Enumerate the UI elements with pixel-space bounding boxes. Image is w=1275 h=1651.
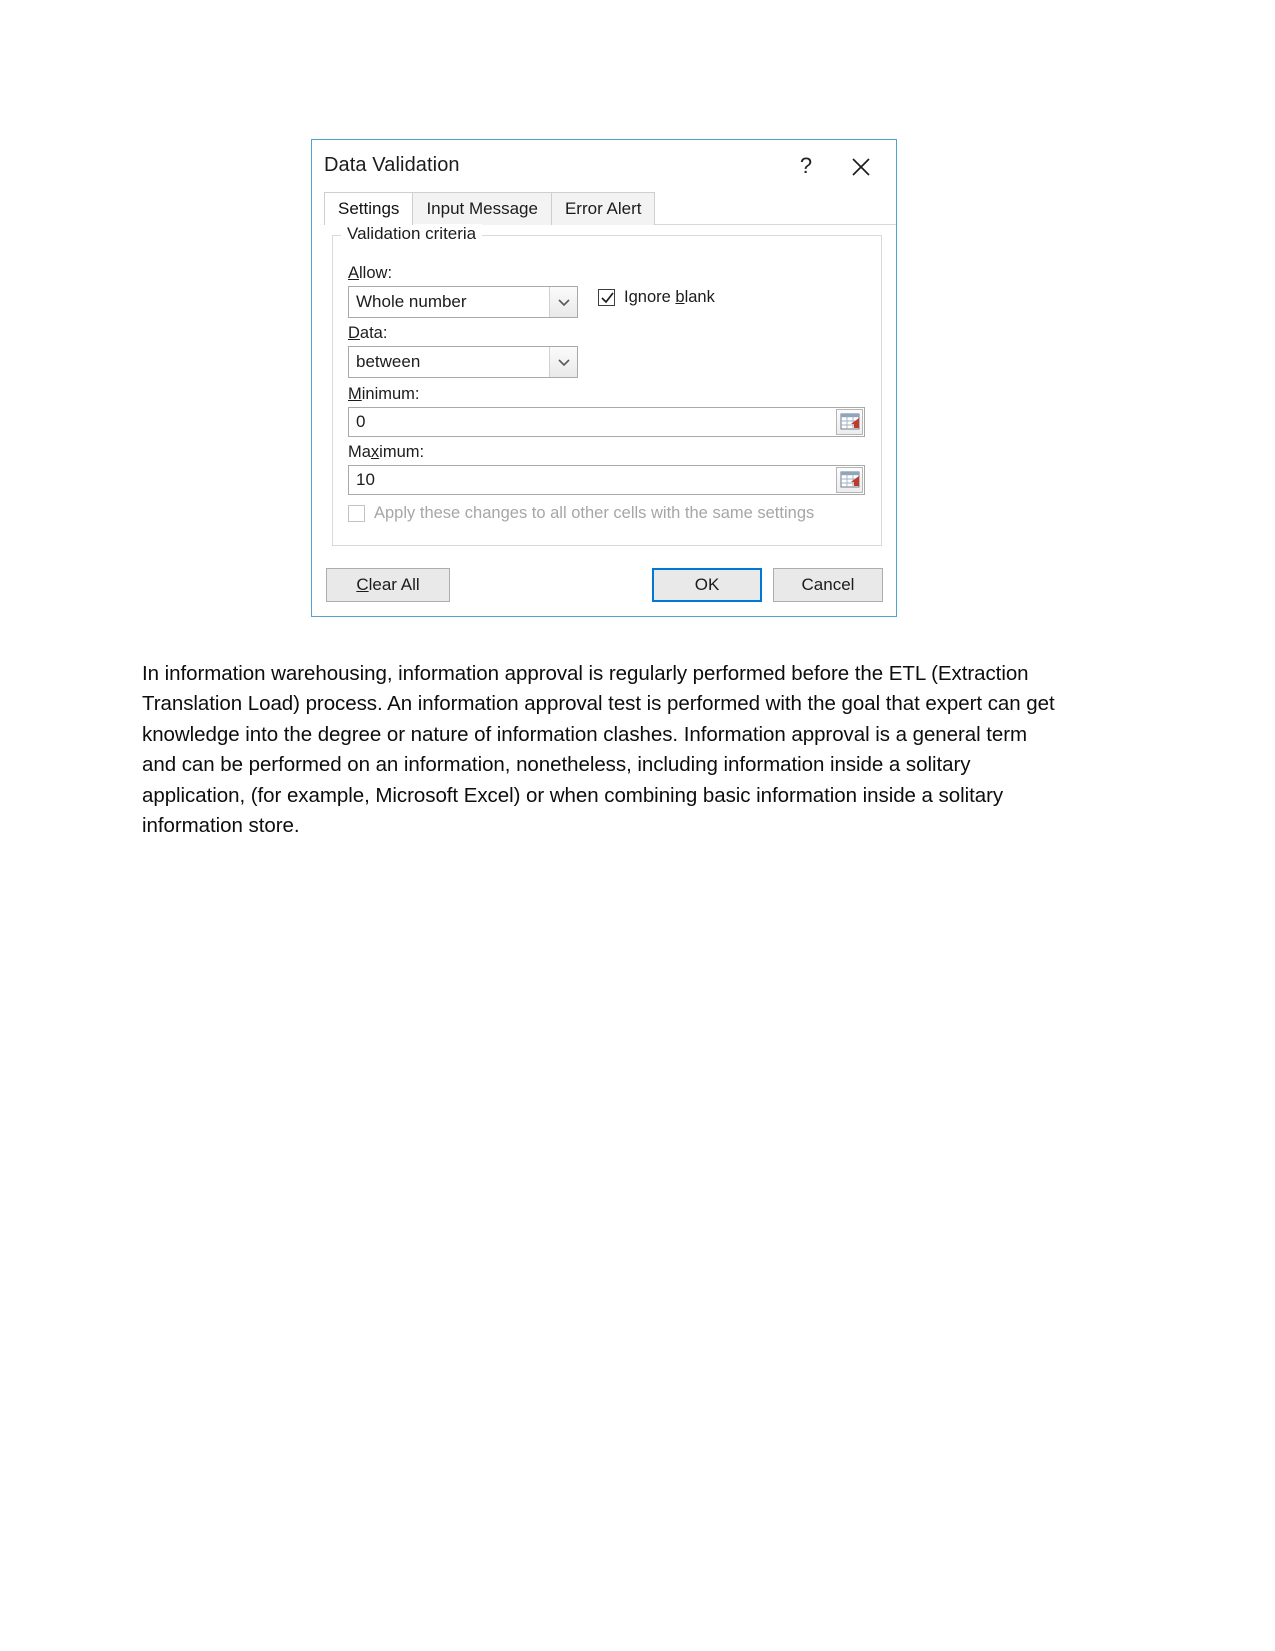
dialog-footer: Clear All OK Cancel: [312, 556, 896, 616]
validation-criteria-group: Validation criteria Allow: Whole number: [332, 224, 882, 546]
ignore-blank-label: Ignore blank: [624, 288, 715, 306]
close-icon[interactable]: [846, 152, 876, 182]
chevron-down-icon[interactable]: [549, 287, 577, 317]
range-selector-icon[interactable]: [836, 409, 863, 435]
apply-all-checkbox[interactable]: [348, 505, 365, 522]
ok-button[interactable]: OK: [652, 568, 762, 602]
minimum-value: 0: [356, 412, 366, 431]
data-value: between: [356, 352, 421, 371]
minimum-textbox[interactable]: 0: [348, 407, 865, 437]
data-combobox[interactable]: between: [348, 346, 578, 378]
dialog-titlebar: Data Validation ?: [312, 140, 896, 192]
help-icon[interactable]: ?: [792, 152, 820, 180]
cancel-button[interactable]: Cancel: [773, 568, 883, 602]
maximum-textbox[interactable]: 10: [348, 465, 865, 495]
cancel-button-label: Cancel: [801, 575, 855, 594]
apply-all-row[interactable]: Apply these changes to all other cells w…: [348, 504, 814, 523]
range-selector-icon[interactable]: [836, 467, 863, 493]
apply-all-label: Apply these changes to all other cells w…: [374, 504, 815, 522]
dialog-title: Data Validation: [324, 154, 460, 176]
validation-criteria-legend: Validation criteria: [341, 224, 483, 244]
settings-tab-panel: Validation criteria Allow: Whole number: [312, 224, 896, 556]
body-paragraph: In information warehousing, information …: [142, 661, 1055, 838]
maximum-label: Maximum:: [348, 443, 425, 461]
allow-label: Allow:: [348, 264, 393, 282]
tab-settings[interactable]: Settings: [324, 192, 414, 226]
allow-combobox[interactable]: Whole number: [348, 286, 578, 318]
allow-value: Whole number: [356, 292, 467, 311]
tab-input-message[interactable]: Input Message: [412, 192, 552, 225]
ok-button-label: OK: [694, 575, 720, 594]
ignore-blank-checkbox[interactable]: [598, 289, 615, 306]
clear-all-button[interactable]: Clear All: [326, 568, 450, 602]
tab-error-alert[interactable]: Error Alert: [550, 192, 656, 225]
minimum-label: Minimum:: [348, 385, 420, 403]
chevron-down-icon[interactable]: [549, 347, 577, 377]
data-label: Data:: [348, 324, 388, 342]
ignore-blank-row[interactable]: Ignore blank: [598, 288, 715, 307]
maximum-value: 10: [356, 470, 375, 489]
data-validation-dialog: Data Validation ? Settings Input Message E…: [311, 139, 897, 617]
dialog-tabstrip: Settings Input Message Error Alert: [324, 192, 896, 226]
